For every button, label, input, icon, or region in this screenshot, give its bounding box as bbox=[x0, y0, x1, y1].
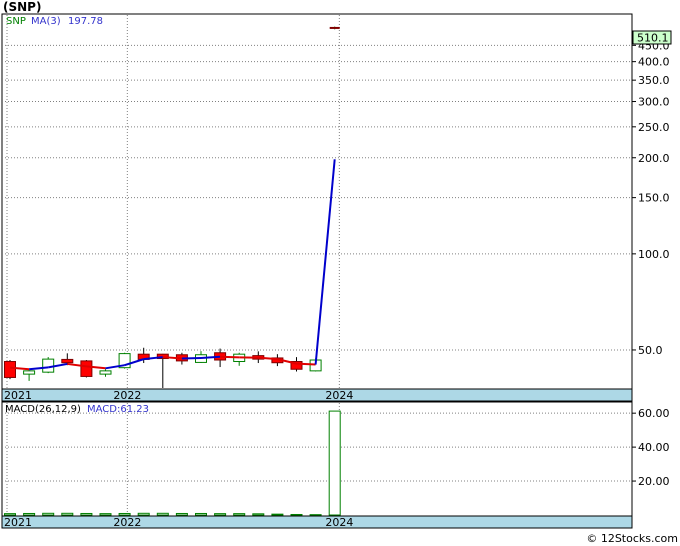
macd-ytick-label: 40.00 bbox=[638, 441, 670, 454]
candle bbox=[329, 26, 340, 29]
macd-xtick-label: 2024 bbox=[325, 516, 353, 529]
price-ytick-label: 50.0 bbox=[638, 344, 663, 357]
stock-chart: 50.0 100.0 150.0 200.0 250.0 300.0 350.0 400.0 4… bbox=[1, 13, 672, 529]
candle bbox=[61, 358, 74, 364]
macd-bar bbox=[23, 512, 36, 516]
candle bbox=[80, 360, 93, 377]
price-legend-symbol: SNP bbox=[6, 16, 26, 27]
macd-panel bbox=[1, 401, 633, 517]
price-panel bbox=[1, 13, 633, 390]
macd-bar bbox=[328, 410, 341, 516]
price-ytick-label: 400.0 bbox=[638, 56, 670, 69]
macd-bar bbox=[80, 512, 93, 516]
ticker-title: (SNP) bbox=[3, 0, 42, 14]
price-ytick-label: 150.0 bbox=[638, 192, 670, 205]
macd-bar bbox=[42, 512, 55, 516]
candle bbox=[4, 361, 16, 378]
price-legend-ma-label: MA(3) bbox=[31, 16, 61, 27]
macd-bar bbox=[137, 512, 150, 516]
price-ytick-label: 350.0 bbox=[638, 74, 670, 87]
macd-ytick-label: 20.00 bbox=[638, 475, 670, 488]
macd-bar bbox=[99, 513, 112, 516]
price-ytick-label: 300.0 bbox=[638, 96, 670, 109]
macd-bar bbox=[61, 512, 74, 516]
price-date-band bbox=[1, 388, 633, 402]
price-ytick-label: 100.0 bbox=[638, 248, 670, 261]
ma-line-segment bbox=[220, 355, 240, 359]
ma-line-segment bbox=[181, 356, 202, 360]
price-legend-ma-value: 197.78 bbox=[68, 16, 103, 27]
price-xtick-label: 2022 bbox=[113, 389, 141, 402]
macd-legend-value: MACD:61.23 bbox=[87, 404, 149, 415]
macd-date-band bbox=[1, 515, 633, 529]
macd-ytick-label: 60.00 bbox=[638, 407, 670, 420]
ma-line-segment bbox=[200, 355, 221, 359]
price-xtick-label: 2021 bbox=[4, 389, 32, 402]
macd-bar bbox=[175, 512, 188, 516]
macd-xtick-label: 2021 bbox=[4, 516, 32, 529]
macd-bar bbox=[214, 513, 227, 516]
price-ytick-label: 200.0 bbox=[638, 152, 670, 165]
candle bbox=[99, 370, 112, 375]
macd-bar bbox=[271, 513, 284, 516]
macd-bar bbox=[4, 513, 16, 516]
candle bbox=[42, 358, 55, 373]
price-ytick-label: 250.0 bbox=[638, 121, 670, 134]
macd-legend-label: MACD(26,12,9) bbox=[5, 404, 81, 415]
macd-xtick-label: 2022 bbox=[113, 516, 141, 529]
ma-line-segment bbox=[296, 362, 316, 366]
macd-bar bbox=[252, 513, 265, 516]
last-price-tag: 510.1 bbox=[637, 32, 669, 45]
macd-bar bbox=[195, 512, 207, 516]
macd-bar bbox=[118, 512, 131, 516]
candle bbox=[23, 370, 36, 375]
site-credit: © 12Stocks.com bbox=[586, 532, 678, 545]
macd-bar bbox=[290, 513, 303, 516]
macd-bar bbox=[156, 512, 169, 516]
price-xtick-label: 2024 bbox=[325, 389, 353, 402]
macd-bar bbox=[233, 513, 246, 516]
